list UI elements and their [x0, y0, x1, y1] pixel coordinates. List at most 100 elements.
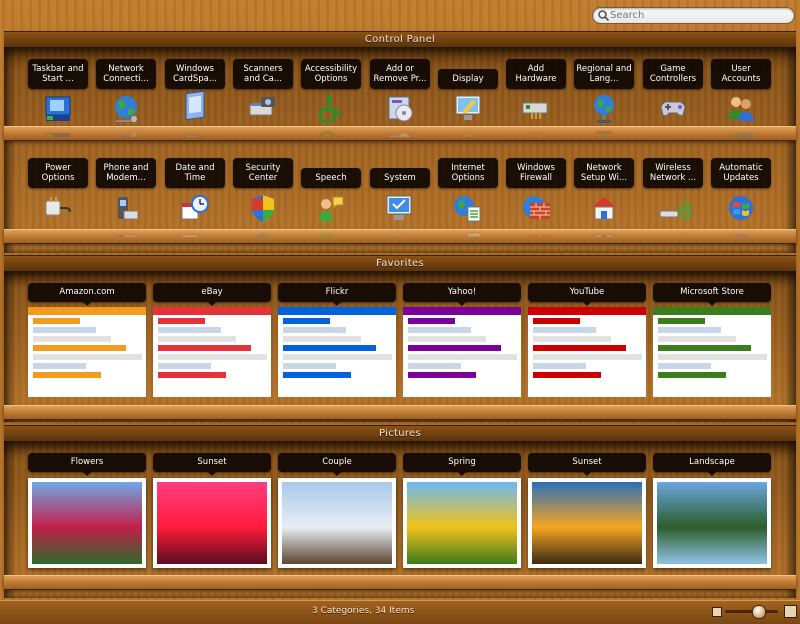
photo-thumbnail[interactable] [278, 478, 396, 568]
thumbnail-fade [528, 377, 646, 397]
power-icon[interactable] [40, 191, 76, 227]
regional-globe-icon[interactable] [586, 91, 622, 127]
tile-label[interactable]: Sunset [528, 453, 646, 476]
control-item-label[interactable]: Add Hardware [506, 59, 566, 89]
control-item-label[interactable]: Internet Options [438, 158, 498, 188]
search-box[interactable] [592, 7, 795, 24]
photo-thumbnail[interactable] [528, 478, 646, 568]
tile-label[interactable]: Microsoft Store [653, 283, 771, 306]
firewall-icon-reflection [523, 235, 550, 237]
tile-label[interactable]: Sunset [153, 453, 271, 476]
section-header-control-panel[interactable]: Control Panel [4, 31, 796, 48]
tile-label[interactable]: eBay [153, 283, 271, 306]
tile-label[interactable]: Landscape [653, 453, 771, 476]
thumbnail-fade [28, 377, 146, 397]
tile-label[interactable]: Amazon.com [28, 283, 146, 306]
website-thumbnail[interactable] [278, 307, 396, 397]
thumbnail-content-line [158, 345, 252, 351]
add-remove-programs-icon-reflection [388, 132, 413, 137]
display-icon[interactable] [450, 91, 486, 127]
control-item-label[interactable]: Add or Remove Pr... [370, 59, 430, 89]
tile-label[interactable]: Yahoo! [403, 283, 521, 306]
thumbnail-content-line [158, 363, 212, 369]
control-item-label[interactable]: User Accounts [711, 59, 771, 89]
website-thumbnail[interactable] [153, 307, 271, 397]
zoom-in-icon[interactable] [784, 605, 797, 618]
network-setup-house-icon[interactable] [586, 191, 622, 227]
control-item-label[interactable]: Wireless Network ... [643, 158, 703, 188]
control-item-label[interactable]: Date and Time [165, 158, 225, 188]
status-bar: 3 Categories, 34 Items [0, 600, 800, 624]
regional-globe-icon-reflection [597, 131, 611, 137]
user-accounts-icon[interactable] [723, 91, 759, 127]
globe-network-icon-reflection [115, 132, 137, 137]
control-item-label[interactable]: Phone and Modem... [96, 158, 156, 188]
add-hardware-icon[interactable] [518, 91, 554, 127]
zoom-slider-thumb[interactable] [752, 605, 766, 619]
thumbnail-content-line [658, 363, 712, 369]
cardspace-icon[interactable] [177, 91, 213, 127]
control-item-label[interactable]: Network Connecti... [96, 59, 156, 89]
tile-label[interactable]: YouTube [528, 283, 646, 306]
website-thumbnail[interactable] [653, 307, 771, 397]
scanner-camera-icon-reflection [245, 127, 281, 137]
control-item-label[interactable]: Game Controllers [643, 59, 703, 89]
shelf-board [4, 405, 796, 420]
accessibility-icon[interactable] [313, 91, 349, 127]
control-item-label[interactable]: Power Options [28, 158, 88, 188]
thumbnail-content-line [658, 318, 706, 324]
scanner-camera-icon[interactable] [245, 91, 281, 127]
photo-thumbnail[interactable] [28, 478, 146, 568]
control-item-label[interactable]: Security Center [233, 158, 293, 188]
tile-label[interactable]: Couple [278, 453, 396, 476]
display-icon-reflection [464, 134, 472, 137]
photo-thumbnail[interactable] [403, 478, 521, 568]
section-header-pictures[interactable]: Pictures [4, 425, 796, 442]
firewall-icon[interactable] [518, 191, 554, 227]
control-item-label[interactable]: Windows CardSpa... [165, 59, 225, 89]
taskbar-icon[interactable] [40, 91, 76, 127]
section-header-favorites[interactable]: Favorites [4, 255, 796, 272]
add-remove-programs-icon[interactable] [382, 91, 418, 127]
thumbnail-content-line [33, 345, 127, 351]
zoom-out-icon[interactable] [712, 607, 722, 617]
thumbnail-content-line [158, 327, 221, 333]
thumbnail-fade [403, 377, 521, 397]
security-shield-icon[interactable] [245, 191, 281, 227]
control-item-label[interactable]: Windows Firewall [506, 158, 566, 188]
thumbnail-content-line [408, 318, 456, 324]
control-item-label[interactable]: Taskbar and Start ... [28, 59, 88, 89]
website-thumbnail[interactable] [528, 307, 646, 397]
control-item-label[interactable]: Network Setup Wi... [574, 158, 634, 188]
website-thumbnail[interactable] [403, 307, 521, 397]
thumbnail-fade [653, 377, 771, 397]
globe-network-icon[interactable] [108, 91, 144, 127]
internet-options-icon[interactable] [450, 191, 486, 227]
speech-icon[interactable] [313, 191, 349, 227]
tile-label[interactable]: Flickr [278, 283, 396, 306]
photo-thumbnail[interactable] [153, 478, 271, 568]
photo-thumbnail[interactable] [653, 478, 771, 568]
windows-update-icon[interactable] [723, 191, 759, 227]
tile-label[interactable]: Flowers [28, 453, 146, 476]
phone-modem-icon-reflection [118, 234, 139, 237]
thumbnail-content-line [408, 345, 502, 351]
website-thumbnail[interactable] [28, 307, 146, 397]
wireless-icon[interactable] [655, 191, 691, 227]
control-item-label[interactable]: Scanners and Ca... [233, 59, 293, 89]
date-time-icon[interactable] [177, 191, 213, 227]
control-item-label[interactable]: Accessibility Options [301, 59, 361, 89]
control-item-label[interactable]: Display [438, 69, 498, 89]
thumbnail-content-line [283, 345, 377, 351]
tile-label[interactable]: Spring [403, 453, 521, 476]
gamepad-icon[interactable] [655, 91, 691, 127]
control-item-label[interactable]: Regional and Lang... [574, 59, 634, 89]
control-item-label[interactable]: Speech [301, 168, 361, 188]
phone-modem-icon[interactable] [108, 191, 144, 227]
system-computer-icon[interactable] [382, 191, 418, 227]
taskbar-icon-reflection [46, 133, 70, 137]
top-bar [0, 0, 800, 29]
search-input[interactable] [610, 8, 788, 23]
control-item-label[interactable]: System [370, 168, 430, 188]
control-item-label[interactable]: Automatic Updates [711, 158, 771, 188]
